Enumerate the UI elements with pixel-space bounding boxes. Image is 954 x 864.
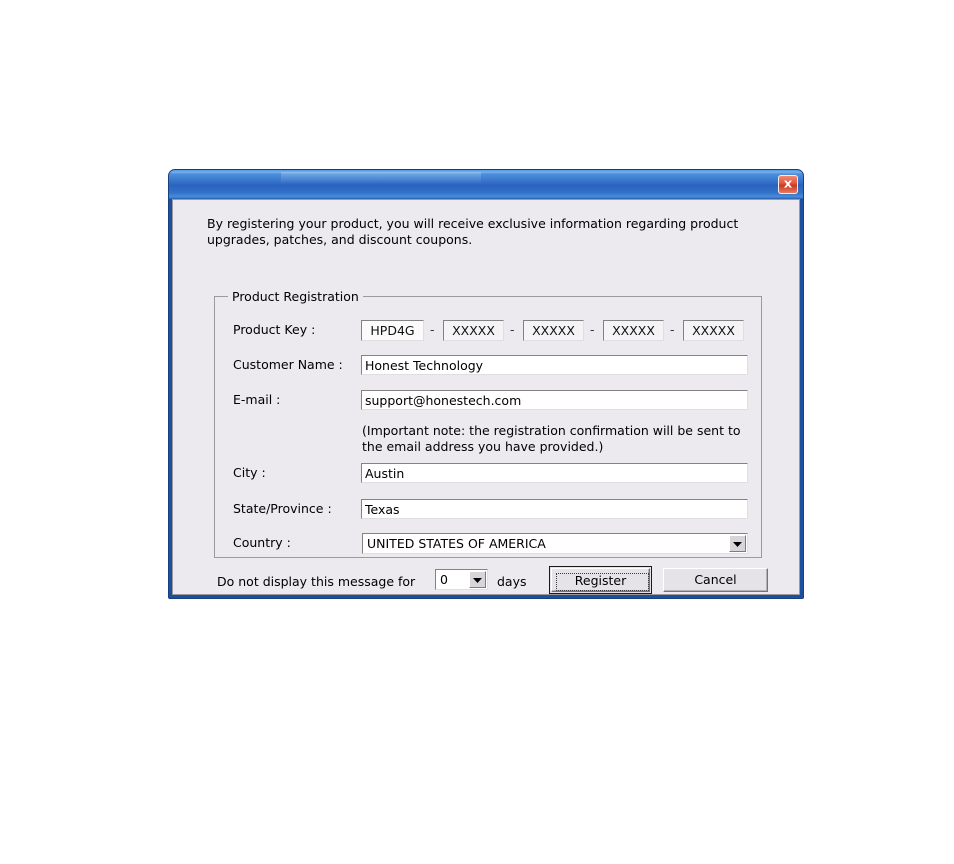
register-button[interactable]: Register <box>551 568 650 592</box>
registration-dialog: By registering your product, you will re… <box>168 169 804 599</box>
city-label: City : <box>233 465 266 480</box>
state-label: State/Province : <box>233 501 332 516</box>
country-dropdown-button[interactable] <box>729 535 746 552</box>
product-key-separator-1: - <box>430 322 435 337</box>
product-key-row: Product Key : HPD4G - XXXXX - XXXXX - XX… <box>215 320 761 342</box>
product-registration-group: Product Registration Product Key : HPD4G… <box>214 289 762 558</box>
customer-name-label: Customer Name : <box>233 357 343 372</box>
email-note: (Important note: the registration confir… <box>362 423 741 454</box>
chevron-down-icon <box>473 578 482 583</box>
state-row: State/Province : <box>215 499 761 521</box>
title-bar-gloss <box>281 172 481 183</box>
register-button-default-ring: Register <box>549 566 652 594</box>
product-key-label: Product Key : <box>233 322 316 337</box>
days-unit-label: days <box>497 574 527 589</box>
email-row: E-mail : <box>215 390 761 412</box>
product-key-separator-2: - <box>510 322 515 337</box>
group-legend: Product Registration <box>228 289 363 304</box>
customer-name-row: Customer Name : <box>215 355 761 377</box>
days-dropdown-button[interactable] <box>469 571 486 588</box>
dialog-client-area: By registering your product, you will re… <box>172 199 800 595</box>
days-selected-value: 0 <box>440 572 448 587</box>
title-bar[interactable] <box>169 170 803 199</box>
state-input[interactable] <box>361 499 748 519</box>
dialog-footer: Do not display this message for 0 days R… <box>173 564 799 596</box>
city-input[interactable] <box>361 463 748 483</box>
product-key-segment-3[interactable]: XXXXX <box>523 320 584 341</box>
country-label: Country : <box>233 535 291 550</box>
product-key-segment-1[interactable]: HPD4G <box>361 320 424 341</box>
register-button-label: Register <box>574 573 627 588</box>
intro-text: By registering your product, you will re… <box>207 216 739 247</box>
country-row: Country : UNITED STATES OF AMERICA <box>215 533 761 555</box>
suppress-message-label: Do not display this message for <box>217 574 416 589</box>
close-button[interactable] <box>778 175 798 194</box>
country-select[interactable]: UNITED STATES OF AMERICA <box>362 533 748 554</box>
product-key-segment-5[interactable]: XXXXX <box>683 320 744 341</box>
email-label: E-mail : <box>233 392 281 407</box>
close-icon <box>784 180 792 188</box>
cancel-button-label: Cancel <box>694 572 737 587</box>
country-selected-value: UNITED STATES OF AMERICA <box>367 536 546 551</box>
email-input[interactable] <box>361 390 748 410</box>
city-row: City : <box>215 463 761 485</box>
chevron-down-icon <box>733 542 742 547</box>
product-key-separator-3: - <box>590 322 595 337</box>
days-select[interactable]: 0 <box>435 569 488 590</box>
customer-name-input[interactable] <box>361 355 748 375</box>
product-key-segment-4[interactable]: XXXXX <box>603 320 664 341</box>
product-key-separator-4: - <box>670 322 675 337</box>
product-key-segment-2[interactable]: XXXXX <box>443 320 504 341</box>
cancel-button[interactable]: Cancel <box>663 568 768 592</box>
